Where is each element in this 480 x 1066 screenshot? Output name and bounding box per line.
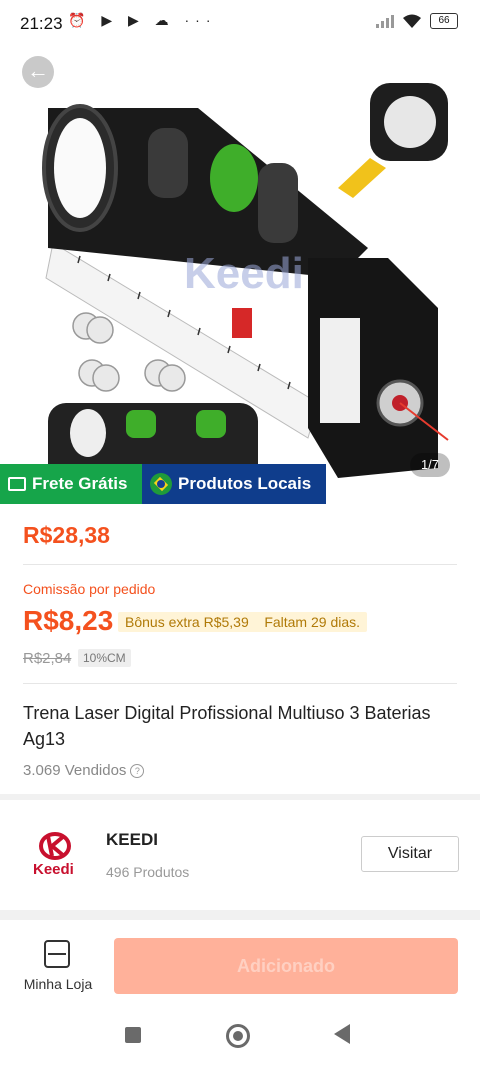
brazil-flag-icon	[150, 473, 172, 495]
arrow-left-icon: ←	[27, 58, 49, 83]
battery-icon: 66	[430, 13, 458, 29]
status-time: 21:23	[20, 14, 63, 33]
store-logo: Keedi	[33, 832, 74, 878]
free-shipping-badge: Frete Grátis	[0, 464, 142, 504]
bonus-badge: Bônus extra R$5,39 Faltam 29 dias.	[118, 612, 368, 632]
image-counter: 1/7	[410, 453, 450, 477]
old-price: R$2,84	[23, 650, 72, 667]
notification-icons: ⏰ ▶ ▶ ☁ ···	[68, 12, 217, 28]
commission-value: R$8,23	[23, 605, 114, 636]
store-logo-text: Keedi	[33, 861, 74, 878]
product-image[interactable]: Keedi	[8, 48, 472, 504]
product-price: R$28,38	[23, 522, 110, 548]
badges-row: Frete Grátis Produtos Locais	[0, 464, 326, 504]
wifi-icon	[403, 14, 421, 28]
truck-icon	[8, 477, 26, 491]
back-nav-icon[interactable]	[334, 1024, 350, 1044]
help-icon[interactable]: ?	[130, 763, 145, 778]
local-products-badge: Produtos Locais	[142, 464, 326, 504]
my-store-icon[interactable]	[44, 940, 70, 968]
visit-store-button[interactable]: Visitar	[361, 836, 459, 872]
store-product-count: 496 Produtos	[106, 864, 190, 880]
sold-count-row: 3.069 Vendidos ?	[23, 762, 145, 779]
free-shipping-label: Frete Grátis	[32, 474, 128, 493]
laser-level-illustration: Keedi	[42, 83, 449, 503]
divider	[23, 683, 457, 684]
store-card: Keedi KEEDI 496 Produtos Visitar	[0, 800, 480, 910]
bonus-text: Bônus extra R$5,39	[125, 614, 249, 630]
watermark-text: Keedi	[184, 249, 304, 298]
status-bar: 21:23 ⏰ ▶ ▶ ☁ ··· 66	[0, 0, 480, 48]
signal-icon	[376, 14, 394, 28]
product-gallery[interactable]: Keedi	[0, 48, 480, 504]
bottom-action-bar: Minha Loja Adicionado	[0, 920, 480, 1066]
store-name[interactable]: KEEDI	[106, 830, 158, 850]
product-title: Trena Laser Digital Profissional Multius…	[23, 703, 431, 749]
recent-apps-icon[interactable]	[125, 1027, 141, 1043]
local-products-label: Produtos Locais	[178, 474, 312, 493]
divider	[23, 564, 457, 565]
status-right: 66	[376, 13, 458, 29]
commission-rate-tag: 10%CM	[78, 649, 131, 667]
remaining-days-text: Faltam 29 dias.	[264, 614, 361, 630]
commission-label: Comissão por pedido	[23, 581, 156, 597]
product-info-panel: R$28,38 Comissão por pedido R$8,23 Bônus…	[0, 504, 480, 794]
sold-count: 3.069 Vendidos	[23, 762, 127, 779]
back-button[interactable]: ←	[22, 56, 54, 88]
added-button[interactable]: Adicionado	[114, 938, 458, 994]
my-store-label[interactable]: Minha Loja	[20, 976, 96, 992]
home-icon[interactable]	[226, 1024, 250, 1048]
